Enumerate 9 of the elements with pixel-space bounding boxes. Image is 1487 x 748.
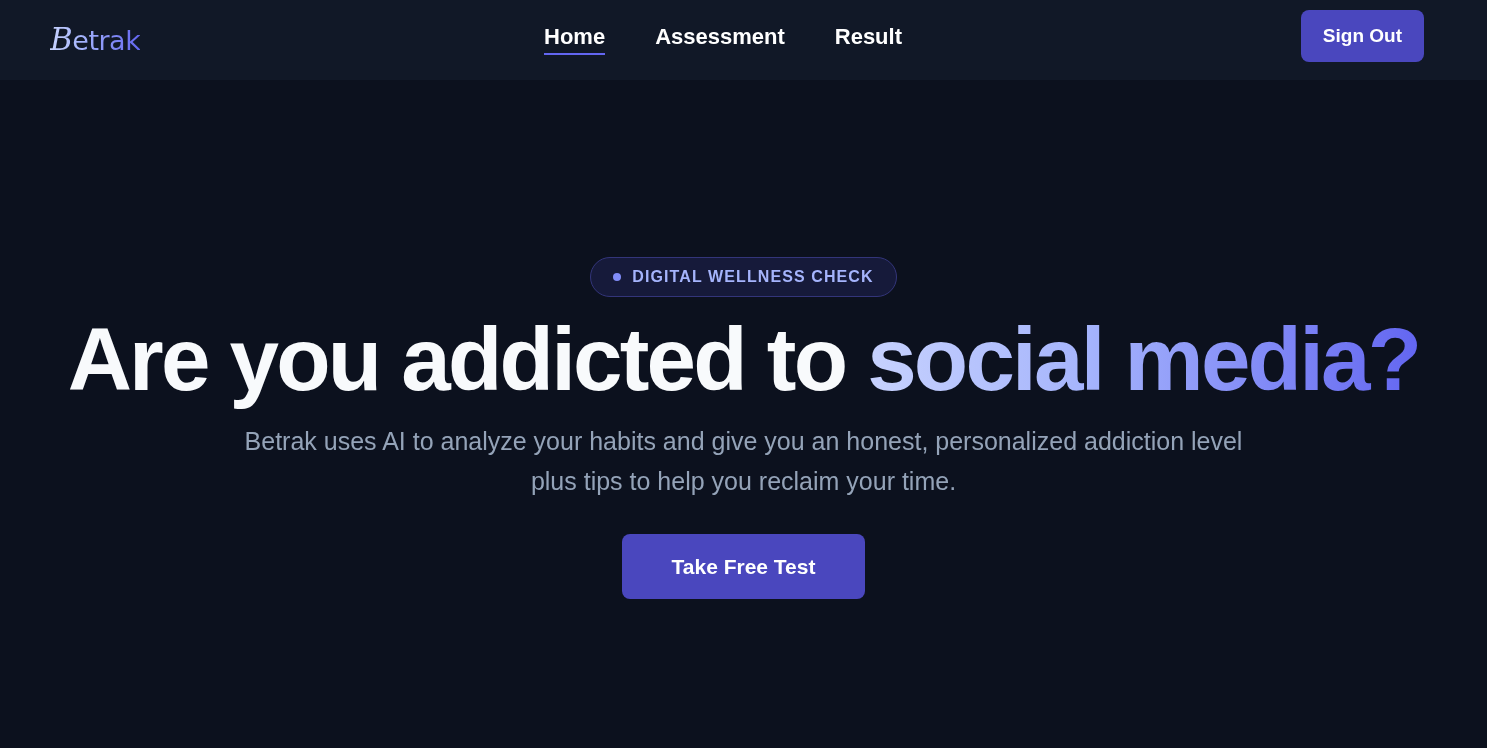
nav-tab[interactable]: Result bbox=[834, 18, 902, 56]
hero-subtitle: Betrak uses AI to analyze your habits and give you an honest, personalized addiction level plus tips to help you reclaim your time. bbox=[243, 425, 1244, 497]
nav-tab[interactable]: Assessment bbox=[655, 18, 785, 56]
hero-heading: Are you addicted to social media? bbox=[67, 311, 1420, 409]
nav-tab[interactable]: Home bbox=[544, 18, 606, 56]
take-test-button[interactable]: Take Free Test bbox=[622, 533, 865, 599]
sign-out-button[interactable]: Sign Out bbox=[1300, 9, 1424, 63]
badge-label: DIGITAL WELLNESS CHECK bbox=[632, 267, 874, 287]
status-dot-icon bbox=[613, 273, 622, 281]
